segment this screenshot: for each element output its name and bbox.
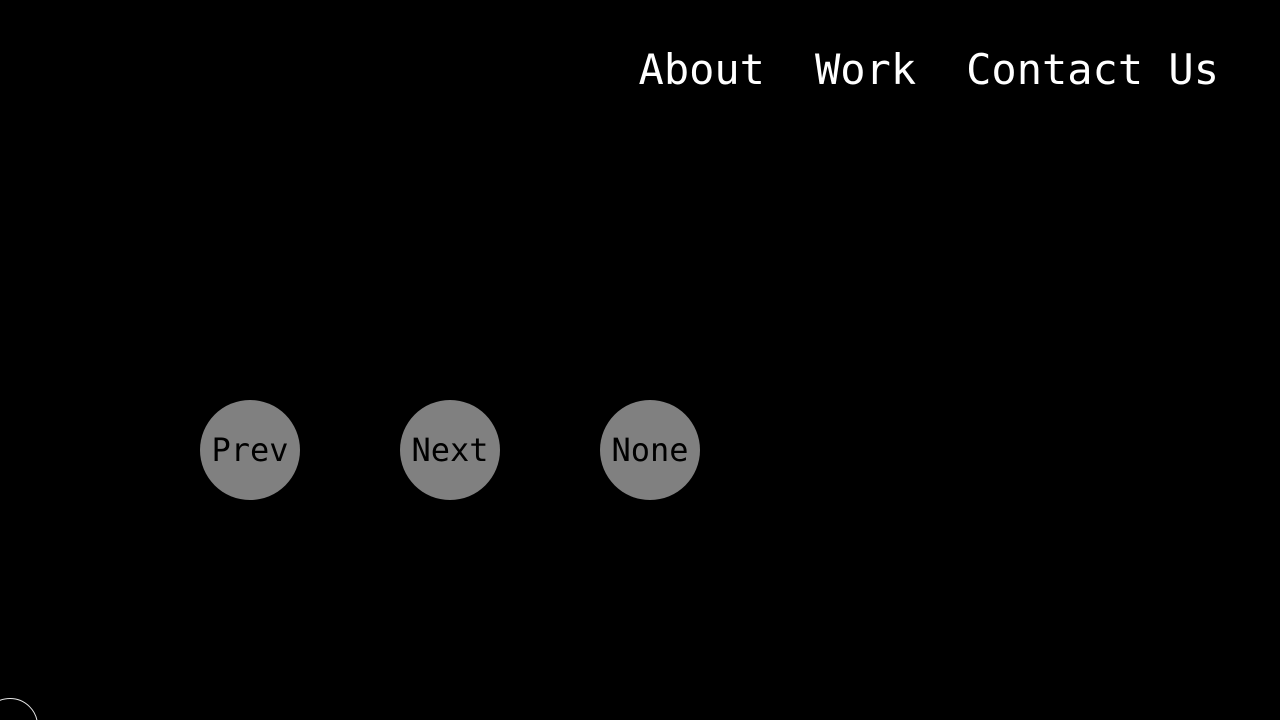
site-navigation: About Work Contact Us	[0, 0, 1280, 140]
nav-link-about[interactable]: About	[639, 44, 765, 96]
nav-link-work[interactable]: Work	[815, 44, 916, 96]
nav-link-contact-us[interactable]: Contact Us	[966, 44, 1219, 96]
next-button-label: Next	[411, 431, 489, 469]
nav-list: About Work Contact Us	[639, 44, 1219, 96]
none-button-label: None	[611, 431, 689, 469]
corner-arc-decoration	[0, 698, 38, 720]
nav-item-about: About	[639, 44, 765, 96]
none-button[interactable]: None	[600, 400, 700, 500]
next-button[interactable]: Next	[400, 400, 500, 500]
page-root: About Work Contact Us Prev Next None	[0, 0, 1280, 720]
prev-button-label: Prev	[211, 431, 289, 469]
nav-item-work: Work	[815, 44, 916, 96]
carousel-controls: Prev Next None	[200, 400, 700, 500]
prev-button[interactable]: Prev	[200, 400, 300, 500]
nav-item-contact-us: Contact Us	[966, 44, 1219, 96]
